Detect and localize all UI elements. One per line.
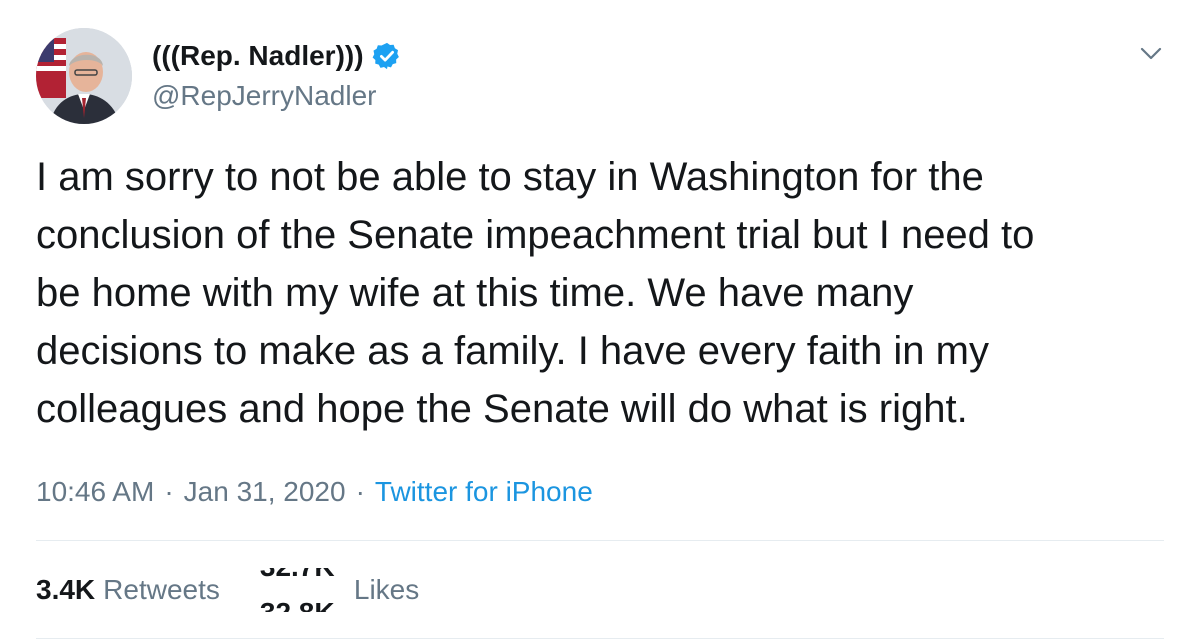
divider xyxy=(36,638,1164,639)
tweet-source-link[interactable]: Twitter for iPhone xyxy=(375,476,593,507)
tweet-card: (((Rep. Nadler))) @RepJerryNadler I am s… xyxy=(0,0,1200,642)
verified-badge-icon xyxy=(372,41,402,71)
retweets-stat[interactable]: 3.4K Retweets xyxy=(36,574,220,606)
tweet-stats: 3.4K Retweets 32.7K 32.8K Likes xyxy=(36,568,419,612)
likes-stat[interactable]: 32.7K 32.8K Likes xyxy=(256,568,419,612)
author-name-row[interactable]: (((Rep. Nadler))) xyxy=(152,36,402,76)
tweet-meta: 10:46 AM · Jan 31, 2020 · Twitter for iPhone xyxy=(36,472,593,512)
retweets-label: Retweets xyxy=(103,574,220,605)
meta-separator: · xyxy=(355,476,365,507)
tweet-date[interactable]: Jan 31, 2020 xyxy=(184,476,346,507)
divider xyxy=(36,540,1164,541)
meta-separator: · xyxy=(164,476,174,507)
avatar[interactable] xyxy=(36,28,132,124)
retweets-count: 3.4K xyxy=(36,574,96,605)
chevron-down-icon[interactable] xyxy=(1138,40,1164,66)
likes-label: Likes xyxy=(353,574,420,605)
likes-count-new: 32.8K xyxy=(260,597,335,612)
author-handle[interactable]: @RepJerryNadler xyxy=(152,78,377,114)
likes-count-old: 32.7K xyxy=(260,568,335,583)
tweet-text: I am sorry to not be able to stay in Was… xyxy=(36,155,1035,431)
tweet-time[interactable]: 10:46 AM xyxy=(36,476,154,507)
likes-count-odometer: 32.7K 32.8K xyxy=(256,568,346,612)
display-name[interactable]: (((Rep. Nadler))) xyxy=(152,36,364,76)
